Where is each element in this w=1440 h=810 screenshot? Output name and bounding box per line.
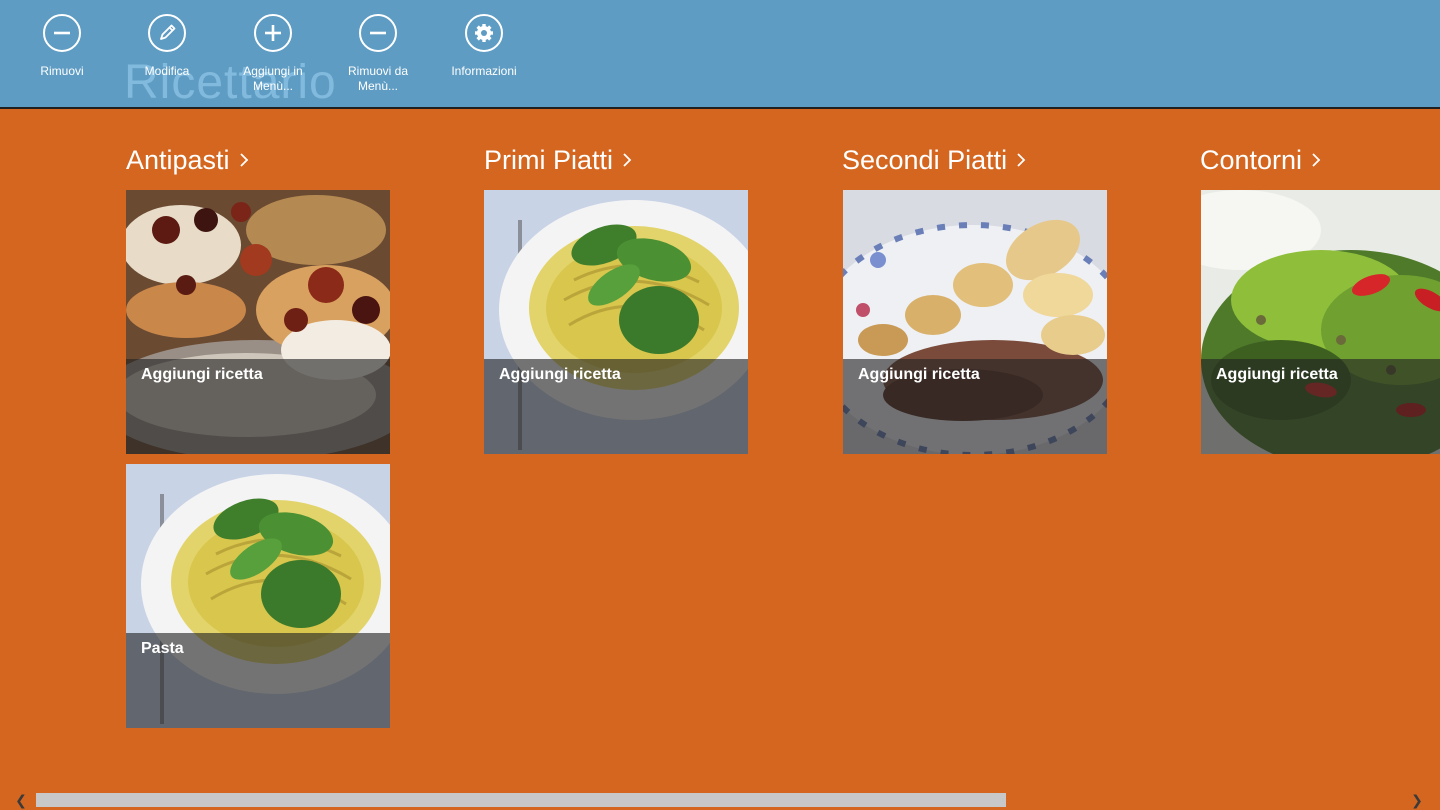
tile-caption: Aggiungi ricetta: [126, 359, 390, 454]
remove-from-menu-button[interactable]: Rimuovi da Menù...: [333, 14, 423, 94]
remove-button[interactable]: Rimuovi: [17, 14, 107, 79]
tile-primi-piatti-add-recipe[interactable]: Aggiungi ricetta: [484, 190, 748, 454]
chevron-right-icon: [623, 153, 632, 167]
tile-caption-text: Pasta: [141, 640, 184, 657]
scroll-right-icon[interactable]: ❯: [1406, 790, 1428, 810]
tile-antipasti-pasta[interactable]: Pasta: [126, 464, 390, 728]
app-bar: Ricettario Rimuovi Modifica Aggiungi in …: [0, 0, 1440, 109]
group-title: Contorni: [1200, 144, 1303, 175]
tile-caption-text: Aggiungi ricetta: [499, 366, 621, 383]
group-header-contorni[interactable]: Contorni: [1200, 142, 1440, 178]
tile-caption-text: Aggiungi ricetta: [858, 366, 980, 383]
group-antipasti: Antipasti: [126, 142, 390, 178]
scrollbar-thumb[interactable]: [36, 793, 1006, 807]
edit-label: Modifica: [144, 64, 190, 78]
tile-caption: Aggiungi ricetta: [843, 359, 1107, 454]
tile-caption-text: Aggiungi ricetta: [141, 366, 263, 383]
group-title: Antipasti: [126, 144, 230, 175]
group-title: Primi Piatti: [484, 144, 614, 175]
group-title: Secondi Piatti: [842, 144, 1008, 175]
chevron-right-icon: [239, 153, 248, 167]
tile-caption: Pasta: [126, 633, 390, 728]
remove-label: Rimuovi: [40, 64, 84, 78]
tile-caption-text: Aggiungi ricetta: [1216, 366, 1338, 383]
group-header-secondi-piatti[interactable]: Secondi Piatti: [842, 142, 1106, 178]
tile-antipasti-add-recipe[interactable]: Aggiungi ricetta: [126, 190, 390, 454]
horizontal-scrollbar[interactable]: ❮ ❯: [0, 790, 1440, 810]
tile-caption: Aggiungi ricetta: [1201, 359, 1440, 454]
chevron-right-icon: [1017, 153, 1026, 167]
tile-caption: Aggiungi ricetta: [484, 359, 748, 454]
remove-icon: [43, 14, 81, 52]
edit-button[interactable]: Modifica: [122, 14, 212, 79]
settings-icon: [465, 14, 503, 52]
tile-contorni-add-recipe[interactable]: Aggiungi ricetta: [1201, 190, 1440, 454]
tile-secondi-piatti-add-recipe[interactable]: Aggiungi ricetta: [843, 190, 1107, 454]
group-contorni: Contorni: [1200, 142, 1440, 178]
remove-from-menu-label: Rimuovi da Menù...: [347, 64, 409, 93]
group-secondi-piatti: Secondi Piatti: [842, 142, 1106, 178]
add-icon: [254, 14, 292, 52]
scroll-left-icon[interactable]: ❮: [10, 790, 32, 810]
edit-icon: [148, 14, 186, 52]
add-to-menu-button[interactable]: Aggiungi in Menù...: [228, 14, 318, 94]
info-label: Informazioni: [451, 64, 517, 78]
info-button[interactable]: Informazioni: [439, 14, 529, 79]
group-header-antipasti[interactable]: Antipasti: [126, 142, 390, 178]
add-to-menu-label: Aggiungi in Menù...: [243, 64, 303, 93]
group-primi-piatti: Primi Piatti: [484, 142, 748, 178]
remove-icon: [359, 14, 397, 52]
group-header-primi-piatti[interactable]: Primi Piatti: [484, 142, 748, 178]
chevron-right-icon: [1312, 153, 1321, 167]
